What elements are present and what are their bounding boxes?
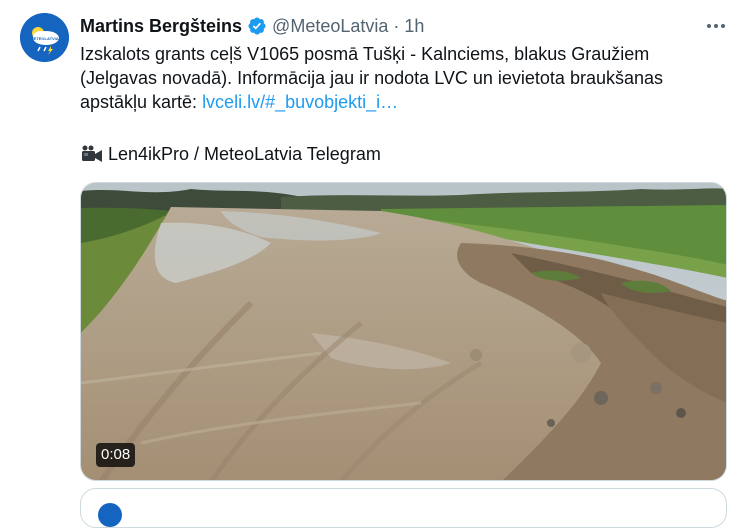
author-name[interactable]: Martins Bergšteins (80, 16, 242, 37)
separator-dot: · (393, 15, 400, 36)
credit-text: Len4ikPro / MeteoLatvia Telegram (108, 144, 381, 164)
tweet-text-line-2: (Jelgavas novadā). Informācija jau ir no… (80, 68, 663, 88)
video-duration: 0:08 (96, 443, 136, 467)
more-horizontal-icon[interactable] (704, 16, 728, 36)
tweet-text: Izskalots grants ceļš V1065 posmā Tušķi … (80, 42, 730, 114)
video-camera-icon (80, 144, 104, 164)
video-thumbnail (81, 183, 726, 480)
meteolatvia-logo: METEOLATVIA (20, 13, 69, 62)
tweet-text-line-1: Izskalots grants ceļš V1065 posmā Tušķi … (80, 44, 650, 64)
timestamp[interactable]: 1h (404, 16, 424, 37)
quoted-tweet-card[interactable] (80, 488, 727, 528)
tweet-text-line-3-start: apstākļu kartē: (80, 92, 203, 112)
author-handle[interactable]: @MeteoLatvia (272, 16, 388, 37)
avatar-logo-text: METEOLATVIA (30, 36, 58, 41)
tweet-text-line-3: apstākļu kartē: lvceli.lv/#_buvobjekti_i… (80, 90, 730, 114)
avatar[interactable]: METEOLATVIA (20, 13, 69, 62)
tweet-header: Martins Bergšteins @MeteoLatvia · 1h (80, 14, 424, 38)
video-player[interactable]: 0:08 (80, 182, 727, 481)
media-credit: Len4ikPro / MeteoLatvia Telegram (80, 142, 381, 166)
quoted-avatar (98, 503, 122, 527)
verified-badge-icon[interactable] (247, 16, 267, 36)
tweet-link[interactable]: lvceli.lv/#_buvobjekti_i… (202, 92, 398, 112)
